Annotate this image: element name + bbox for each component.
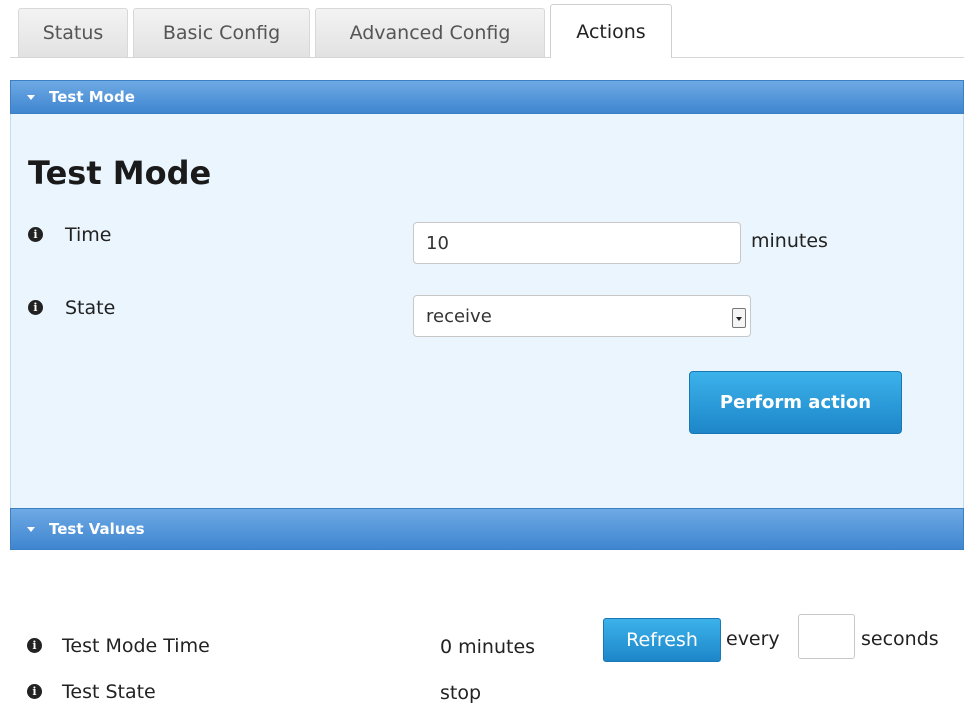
test-values-panel-header[interactable]: Test Values [10, 508, 964, 550]
tab-status[interactable]: Status [18, 8, 128, 57]
info-icon[interactable]: i [28, 300, 43, 315]
test-mode-panel-header[interactable]: Test Mode [10, 80, 964, 114]
state-select[interactable]: receive [413, 295, 751, 337]
chevron-down-icon[interactable] [732, 308, 746, 328]
tab-divider [10, 57, 964, 58]
every-label: every [726, 628, 780, 650]
test-mode-time-label: Test Mode Time [62, 635, 210, 657]
time-unit-label: minutes [751, 230, 828, 252]
state-select-value: receive [426, 305, 492, 327]
perform-action-button[interactable]: Perform action [689, 371, 902, 434]
seconds-label: seconds [861, 628, 939, 650]
test-state-label: Test State [62, 681, 156, 703]
test-values-panel-body: i Test Mode Time 0 minutes Refresh every… [10, 550, 964, 704]
tab-advanced-config[interactable]: Advanced Config [315, 8, 545, 57]
tab-actions[interactable]: Actions [550, 4, 672, 58]
test-state-value: stop [440, 682, 482, 704]
time-label: Time [65, 224, 112, 246]
test-mode-panel-body: Test Mode i Time 10 minutes i State rece… [10, 114, 964, 508]
caret-down-icon [27, 94, 35, 100]
test-mode-panel-header-label: Test Mode [49, 88, 135, 106]
page-title: Test Mode [28, 154, 212, 192]
test-values-panel: Test Values i Test Mode Time 0 minutes R… [10, 508, 964, 704]
info-icon[interactable]: i [27, 684, 42, 699]
info-icon[interactable]: i [27, 638, 42, 653]
test-mode-time-value: 0 minutes [440, 636, 536, 658]
state-label: State [65, 297, 116, 319]
tab-basic-config[interactable]: Basic Config [133, 8, 310, 57]
refresh-interval-input[interactable] [798, 614, 855, 659]
info-icon[interactable]: i [28, 227, 43, 242]
test-mode-panel: Test Mode Test Mode i Time 10 minutes i … [10, 80, 964, 508]
refresh-button[interactable]: Refresh [603, 618, 721, 662]
tab-bar: Status Basic Config Advanced Config Acti… [0, 0, 964, 58]
caret-down-icon [27, 526, 35, 532]
test-values-panel-header-label: Test Values [49, 520, 145, 538]
time-input[interactable]: 10 [413, 222, 741, 264]
